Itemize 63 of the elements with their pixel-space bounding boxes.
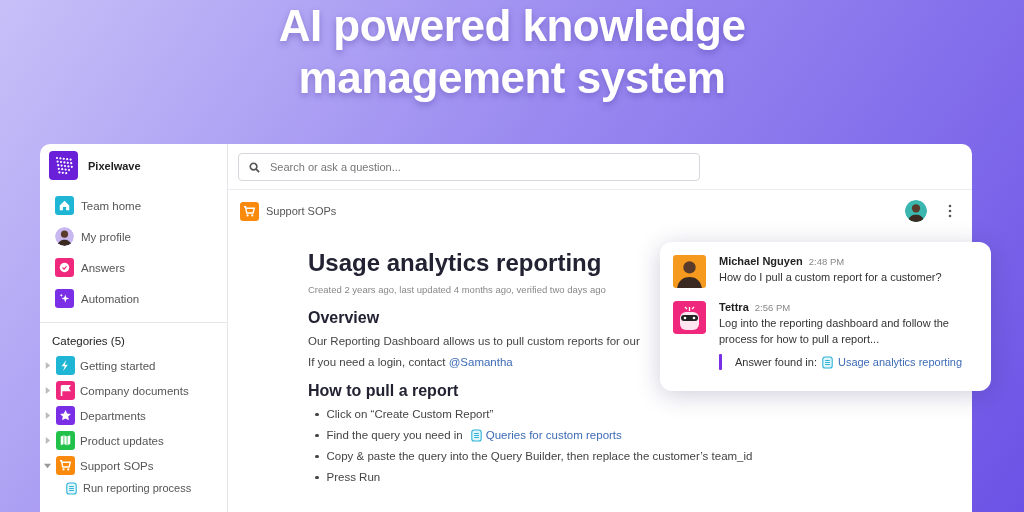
avatar-icon: [55, 227, 74, 246]
message-text: Log into the reporting dashboard and follow the process for how to pull a report...: [719, 316, 950, 347]
quote-bar: [719, 354, 722, 370]
nav-item[interactable]: My profile: [81, 230, 131, 243]
nav-item[interactable]: Automation: [81, 292, 140, 305]
author-name: Tettra: [719, 301, 749, 313]
source-label: Answer found in:: [735, 356, 817, 368]
timestamp: 2:48 PM: [808, 256, 845, 267]
bullet-icon: [315, 454, 319, 459]
breadcrumb-link[interactable]: Support SOPs: [266, 205, 337, 217]
document-icon: [66, 481, 77, 495]
caret-icon[interactable]: [44, 362, 51, 369]
article-meta: Created 2 years ago, last updated 4 months ago, verified two days ago: [308, 284, 606, 295]
flag-icon: [56, 381, 75, 400]
caret-icon[interactable]: [44, 462, 51, 469]
sparkle-icon: [55, 289, 74, 308]
mention-link[interactable]: @Samantha: [448, 352, 513, 373]
home-icon: [55, 196, 74, 215]
caret-icon[interactable]: [44, 412, 51, 419]
headline: management system: [298, 53, 726, 102]
headline: AI powered knowledge: [278, 1, 746, 50]
workspace-logo: [49, 151, 78, 180]
article-item[interactable]: Run reporting process: [83, 482, 192, 494]
bullet-icon: [315, 412, 319, 417]
author-name: Michael Nguyen: [719, 255, 803, 267]
search-icon: [249, 161, 260, 173]
bullet-icon: [315, 475, 319, 480]
avatar-icon: [673, 255, 706, 288]
body-text: If you need a login, contact: [308, 356, 447, 368]
chat-check-icon: [55, 258, 74, 277]
message-text: How do I pull a custom report for a customer?: [719, 270, 942, 285]
document-icon: [470, 429, 482, 442]
body-text: Our Reporting Dashboard allows us to pull custom reports for our: [308, 335, 640, 347]
section-heading: How to pull a report: [308, 381, 459, 401]
category-item[interactable]: Product updates: [80, 434, 164, 447]
cart-icon: [240, 201, 259, 221]
lightning-icon: [56, 356, 75, 375]
category-item[interactable]: Getting started: [80, 359, 156, 372]
caret-icon[interactable]: [44, 387, 51, 394]
nav-item[interactable]: Answers: [81, 261, 126, 274]
article-title: Usage analytics reporting: [308, 248, 602, 278]
category-item[interactable]: Support SOPs: [80, 459, 154, 472]
avatar-icon[interactable]: [905, 200, 927, 222]
nav-item[interactable]: Team home: [81, 199, 142, 212]
workspace-name: Pixelwave: [88, 159, 141, 172]
map-icon: [56, 431, 75, 450]
body-text: Click on “Create Custom Report”: [326, 407, 494, 422]
document-link[interactable]: Queries for custom reports: [485, 425, 622, 446]
document-icon: [821, 355, 833, 369]
caret-icon[interactable]: [44, 437, 51, 444]
robot-icon: [673, 301, 706, 334]
category-item[interactable]: Departments: [80, 409, 146, 422]
bullet-icon: [315, 433, 319, 438]
cart-icon: [56, 456, 75, 475]
body-text: Copy & paste the query into the Query Builder, then replace the customer’s team_id: [326, 449, 753, 464]
category-item[interactable]: Company documents: [80, 384, 189, 397]
search-field[interactable]: Search or ask a question...: [238, 152, 700, 181]
section-heading: Overview: [308, 308, 380, 328]
timestamp: 2:56 PM: [754, 302, 791, 313]
body-text: Press Run: [326, 470, 381, 485]
section-title: Categories (5): [51, 335, 126, 347]
source-link[interactable]: Usage analytics reporting: [837, 356, 963, 368]
body-text: Find the query you need in: [326, 428, 463, 443]
